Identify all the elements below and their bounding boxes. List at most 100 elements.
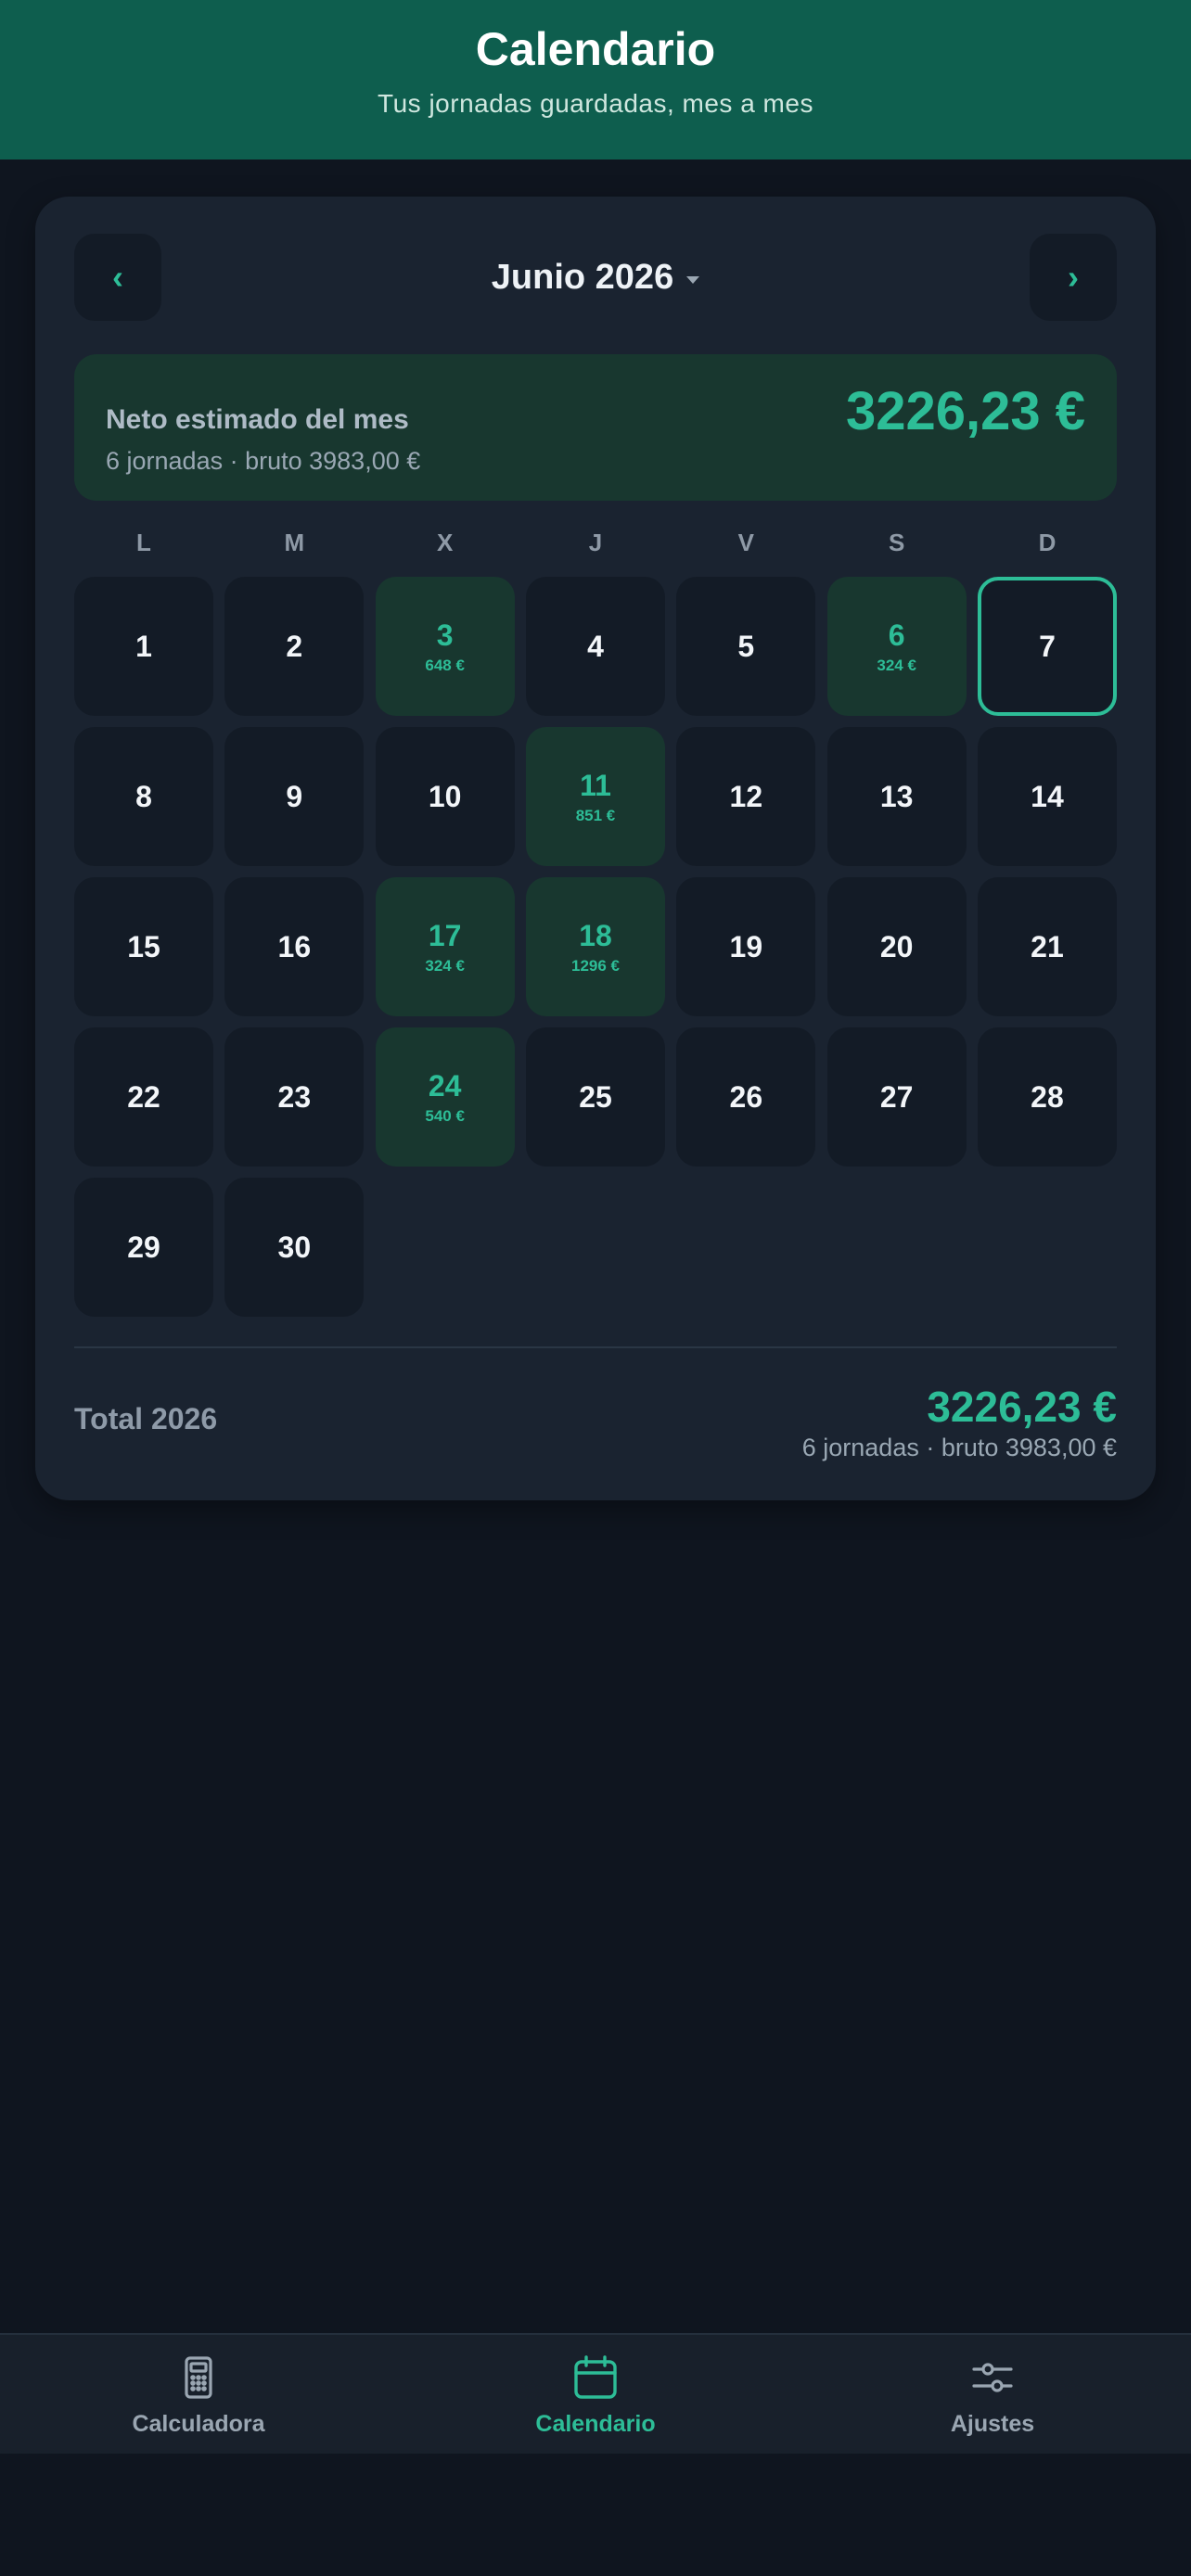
calendar-day[interactable]: 3 648 € [375, 577, 515, 716]
caret-down-icon [686, 276, 700, 284]
calendar-day[interactable]: 15 [74, 877, 213, 1016]
day-number: 6 [888, 618, 905, 652]
month-selector[interactable]: Junio 2026 [406, 234, 785, 321]
calendar-day[interactable]: 13 [826, 727, 967, 866]
calendar-day[interactable]: 7 [977, 577, 1117, 716]
chevron-right-icon: › [1068, 258, 1079, 296]
day-number: 10 [428, 779, 462, 813]
calendar-day[interactable]: 4 [525, 577, 665, 716]
previous-month-button[interactable]: ‹ [74, 234, 161, 321]
day-amount: 648 € [425, 656, 465, 674]
day-amount: 851 € [575, 806, 616, 824]
day-number: 1 [135, 629, 152, 663]
calendar-day[interactable]: 26 [676, 1027, 816, 1167]
day-amount: 540 € [425, 1106, 465, 1125]
tab-label-calendario: Calendario [535, 2410, 656, 2437]
day-amount: 324 € [877, 656, 916, 674]
day-number: 14 [1031, 779, 1064, 813]
calendar-day[interactable]: 21 [977, 877, 1117, 1016]
calendar-day[interactable]: 23 [224, 1027, 365, 1167]
calendar-day[interactable]: 20 [826, 877, 967, 1016]
day-number: 15 [127, 929, 160, 963]
day-number: 8 [135, 779, 152, 813]
day-number: 16 [277, 929, 312, 963]
calendar-day[interactable]: 29 [74, 1178, 213, 1317]
sliders-icon [972, 2362, 1013, 2392]
calendar-day[interactable]: 30 [224, 1178, 365, 1317]
page-title: Calendario [475, 23, 716, 75]
app-header: Calendario Tus jornadas guardadas, mes a… [0, 0, 1191, 159]
year-total-amount: 3226,23 € [927, 1383, 1117, 1431]
day-number: 18 [579, 918, 612, 952]
day-number: 13 [879, 779, 914, 813]
day-number: 17 [428, 918, 462, 952]
calendar-day[interactable]: 16 [224, 877, 365, 1016]
calendar-day[interactable]: 6 324 € [826, 577, 967, 716]
weekday-label: S [888, 529, 905, 556]
calculator-icon [185, 2355, 212, 2399]
tab-label-ajustes: Ajustes [950, 2410, 1035, 2437]
day-number: 11 [580, 768, 611, 802]
year-total-meta: 6 jornadas · bruto 3983,00 € [801, 1434, 1117, 1461]
summary-net-amount: 3226,23 € [845, 381, 1085, 441]
divider [74, 1346, 1117, 1348]
calendar-day[interactable]: 18 1296 € [525, 877, 665, 1016]
day-number: 4 [587, 629, 604, 663]
calendar-day[interactable]: 10 [375, 727, 515, 866]
calendar-day[interactable]: 1 [74, 577, 213, 716]
day-number: 5 [737, 629, 755, 663]
day-number: 23 [277, 1079, 312, 1114]
bottom-tab-bar: Calculadora Calendario Ajustes [0, 2333, 1191, 2454]
day-number: 28 [1031, 1079, 1064, 1114]
calendar-day[interactable]: 12 [676, 727, 816, 866]
chevron-left-icon: ‹ [112, 258, 123, 296]
day-amount: 324 € [425, 956, 465, 975]
day-number: 7 [1039, 629, 1056, 663]
day-number: 20 [879, 929, 914, 963]
month-summary: Neto estimado del mes 6 jornadas · bruto… [74, 354, 1117, 501]
tab-label-calculadora: Calculadora [132, 2410, 265, 2437]
weekday-label: L [136, 529, 151, 556]
tab-calculadora[interactable]: Calculadora [0, 2335, 397, 2455]
calendar-day[interactable]: 25 [525, 1027, 665, 1167]
day-number: 9 [286, 779, 303, 813]
calendar-day[interactable]: 9 [224, 727, 365, 866]
day-number: 21 [1031, 929, 1064, 963]
day-number: 25 [579, 1079, 612, 1114]
day-number: 3 [436, 618, 454, 652]
day-number: 19 [729, 929, 763, 963]
summary-meta: 6 jornadas · bruto 3983,00 € [106, 447, 421, 475]
calendar-icon [574, 2354, 617, 2399]
day-number: 22 [127, 1079, 160, 1114]
calendar-day[interactable]: 5 [676, 577, 816, 716]
day-number: 30 [277, 1230, 312, 1264]
tab-ajustes[interactable]: Ajustes [794, 2335, 1191, 2455]
calendar-day[interactable]: 17 324 € [375, 877, 515, 1016]
day-number: 29 [127, 1230, 160, 1264]
weekday-label: V [737, 529, 754, 556]
page-subtitle: Tus jornadas guardadas, mes a mes [378, 89, 813, 118]
weekday-header: LMXJVSD [74, 529, 1117, 566]
weekday-label: M [284, 529, 305, 556]
calendar-day[interactable]: 8 [74, 727, 213, 866]
month-label: Junio 2026 [491, 257, 674, 297]
day-amount: 1296 € [570, 956, 620, 975]
calendar-day[interactable]: 27 [826, 1027, 967, 1167]
day-number: 24 [428, 1068, 462, 1103]
calendar-day[interactable]: 24 540 € [375, 1027, 515, 1167]
calendar-day[interactable]: 2 [224, 577, 365, 716]
calendar-day[interactable]: 14 [977, 727, 1117, 866]
weekday-label: J [588, 529, 603, 556]
next-month-button[interactable]: › [1030, 234, 1117, 321]
weekday-label: X [436, 529, 454, 556]
calendar-day[interactable]: 11 851 € [525, 727, 665, 866]
calendar-day[interactable]: 28 [977, 1027, 1117, 1167]
year-total-label: Total 2026 [74, 1402, 218, 1435]
day-number: 26 [729, 1079, 763, 1114]
calendar-day[interactable]: 19 [676, 877, 816, 1016]
summary-label: Neto estimado del mes [106, 404, 409, 435]
weekday-label: D [1038, 529, 1057, 556]
calendar-day[interactable]: 22 [74, 1027, 213, 1167]
tab-calendario[interactable]: Calendario [397, 2335, 794, 2455]
day-number: 12 [729, 779, 763, 813]
